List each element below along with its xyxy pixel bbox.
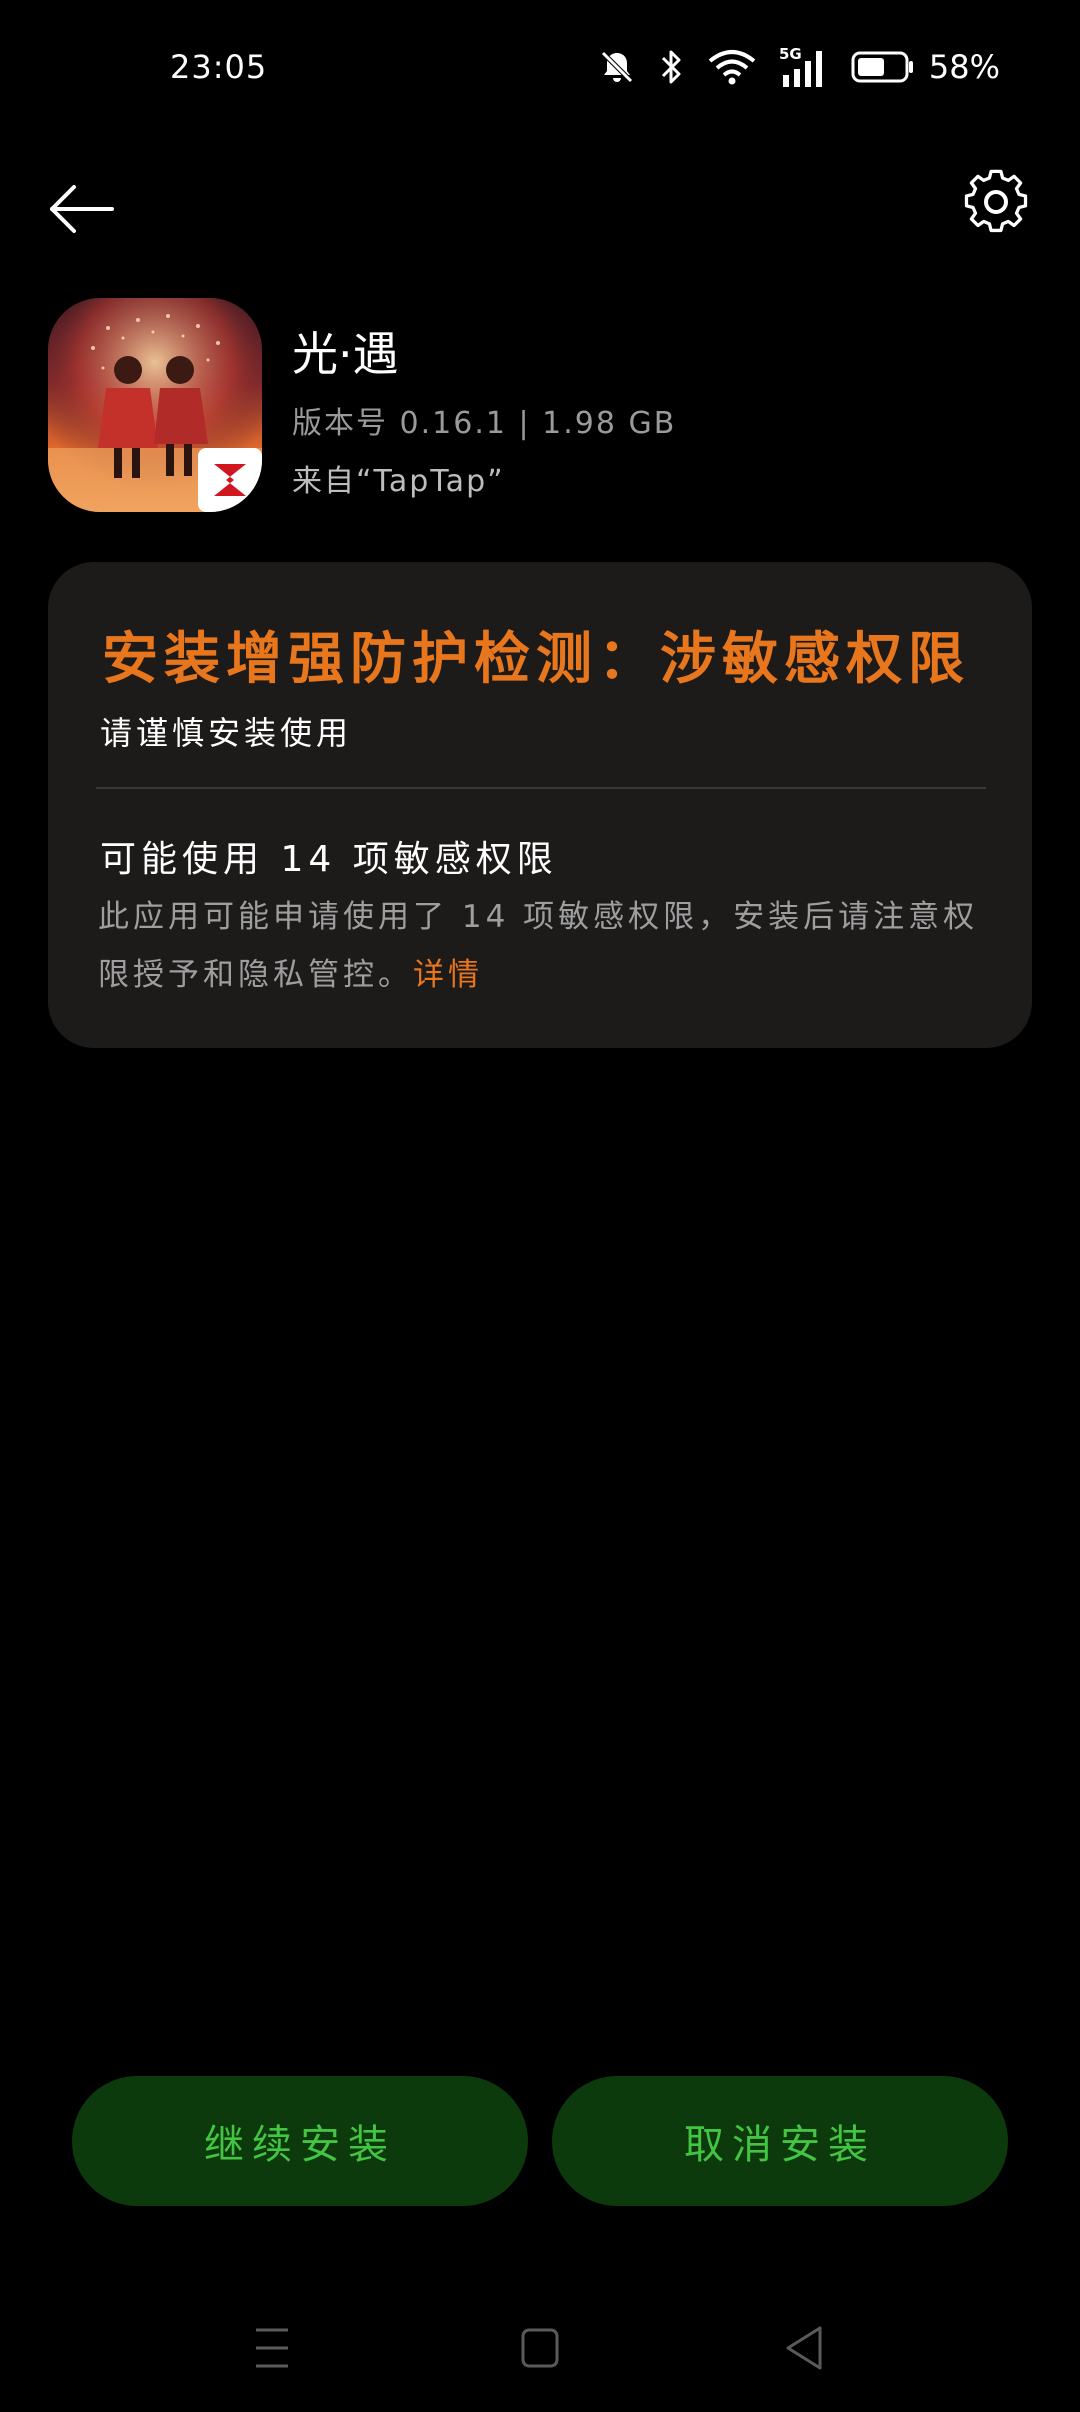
recent-apps-button[interactable] — [242, 2320, 302, 2376]
security-warning-card: 安装增强防护检测：涉敏感权限 请谨慎安装使用 可能使用 14 项敏感权限 此应用… — [48, 562, 1032, 1048]
menu-icon — [256, 2328, 288, 2368]
network-type-label: 5G — [779, 45, 802, 63]
permission-description: 此应用可能申请使用了 14 项敏感权限，安装后请注意权限授予和隐私管控。详情 — [98, 888, 998, 1004]
gear-icon — [964, 169, 1028, 233]
mute-bell-icon — [597, 47, 637, 87]
permission-count-title: 可能使用 14 项敏感权限 — [100, 839, 558, 880]
app-source: 来自“TapTap” — [292, 464, 505, 499]
cellular-signal-icon: 5G — [779, 45, 829, 89]
settings-button[interactable] — [958, 158, 1034, 234]
home-button[interactable] — [510, 2320, 570, 2376]
battery-percent: 58% — [928, 48, 1000, 86]
warning-subtitle: 请谨慎安装使用 — [100, 714, 353, 752]
battery-icon — [851, 50, 915, 84]
back-button[interactable] — [42, 164, 122, 234]
arrow-left-icon — [50, 185, 114, 233]
installer-screen: 23:05 5G 58% 光·遇 版本号 0.16.1 | 1.98 GB 来自… — [0, 0, 1080, 2412]
permission-description-text: 此应用可能申请使用了 14 项敏感权限，安装后请注意权限授予和隐私管控。 — [98, 899, 979, 993]
app-name: 光·遇 — [292, 327, 399, 381]
bluetooth-icon — [659, 47, 685, 87]
home-icon — [521, 2328, 559, 2368]
warning-title: 安装增强防护检测：涉敏感权限 — [102, 627, 970, 692]
divider — [96, 787, 986, 789]
app-info: 光·遇 版本号 0.16.1 | 1.98 GB 来自“TapTap” — [48, 298, 1038, 512]
continue-install-button[interactable]: 继续安装 — [72, 2076, 528, 2206]
system-back-button[interactable] — [776, 2320, 836, 2376]
system-navigation-bar — [0, 2320, 1080, 2376]
wifi-icon — [707, 47, 757, 87]
back-triangle-icon — [786, 2326, 822, 2370]
sky-children-of-light-app-icon — [48, 298, 262, 512]
details-link[interactable]: 详情 — [413, 957, 483, 993]
app-version: 版本号 0.16.1 | 1.98 GB — [292, 406, 677, 441]
status-icons: 5G 58% — [597, 44, 1000, 90]
status-time: 23:05 — [170, 48, 268, 86]
cancel-install-button[interactable]: 取消安装 — [552, 2076, 1008, 2206]
top-app-bar — [0, 150, 1080, 250]
status-bar: 23:05 5G 58% — [0, 0, 1080, 140]
